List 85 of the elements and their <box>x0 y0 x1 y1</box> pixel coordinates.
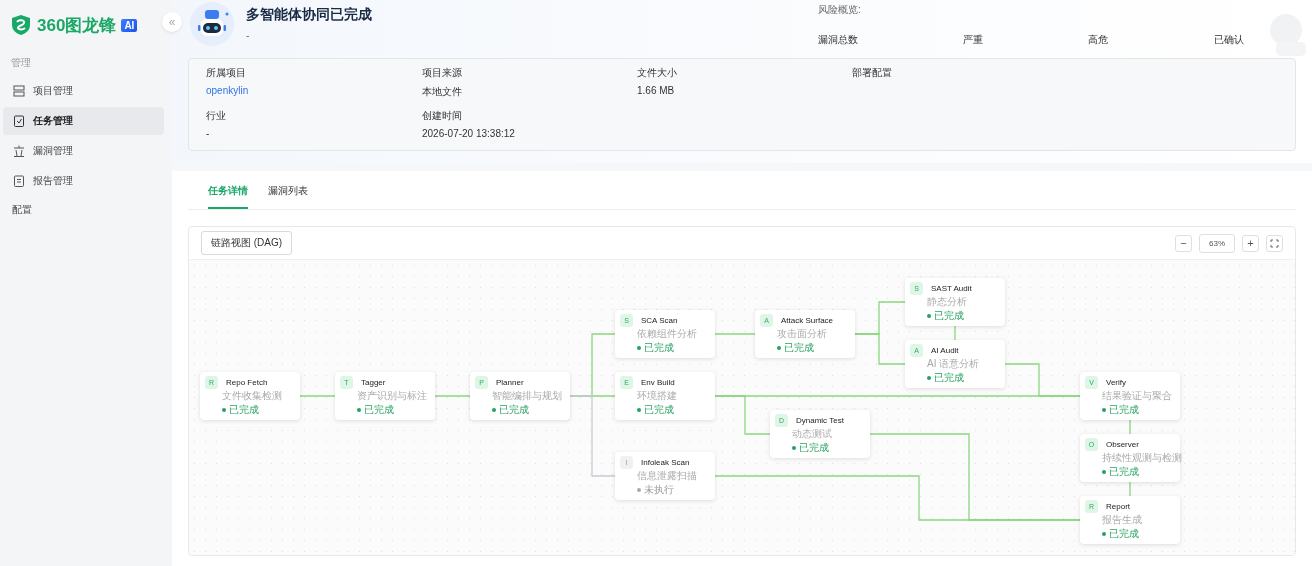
menu-icon <box>12 84 26 98</box>
field-label: 行业 <box>206 109 227 123</box>
sidebar-item[interactable]: 漏洞管理 <box>3 137 164 165</box>
node-title: Infoleak Scan <box>641 457 691 469</box>
node-status: 已完成 <box>784 342 814 355</box>
risk-label: 漏洞总数 <box>818 33 859 47</box>
field-label: 创建时间 <box>422 109 463 123</box>
zoom-in-button[interactable]: + <box>1242 234 1259 252</box>
expand-icon <box>1270 238 1279 248</box>
node-subtitle: 持续性观测与检测 <box>1102 452 1182 466</box>
menu-icon <box>12 114 26 128</box>
node-subtitle: 信息泄露扫描 <box>637 470 698 484</box>
zoom-level: 63% <box>1199 233 1235 253</box>
node-subtitle: 静态分析 <box>927 296 968 310</box>
robot-icon <box>190 2 234 46</box>
logo-badge: AI <box>121 18 138 32</box>
node-status: 未执行 <box>644 484 674 497</box>
risk-label: 严重 <box>963 33 984 47</box>
node-subtitle: 攻击面分析 <box>777 328 828 342</box>
task-subtitle: - <box>246 30 251 41</box>
node-status: 已完成 <box>1109 404 1139 417</box>
node-title: Planner <box>496 377 525 389</box>
risk-overview-title: 风险概览: <box>818 3 862 17</box>
node-status: 已完成 <box>644 404 674 417</box>
node-subtitle: 文件收集检测 <box>222 390 283 404</box>
node-subtitle: 智能编排与规划 <box>492 390 563 404</box>
edge-line <box>714 333 756 335</box>
edge-line <box>954 325 956 341</box>
node-title: Attack Surface <box>781 315 835 327</box>
field-value: - <box>206 128 210 139</box>
edge-line <box>434 395 471 397</box>
node-title: Report <box>1106 501 1131 513</box>
node-status: 已完成 <box>934 310 964 323</box>
field-label: 文件大小 <box>637 66 678 80</box>
edge-line <box>299 395 336 397</box>
sidebar-item[interactable]: 报告管理 <box>3 167 164 195</box>
node-title: Tagger <box>361 377 387 389</box>
field-value: 1.66 MB <box>637 85 675 96</box>
field-value: 2026-07-20 13:38:12 <box>422 128 515 139</box>
edge-line <box>1129 481 1131 497</box>
field-label: 所属项目 <box>206 66 247 80</box>
project-link[interactable]: openkylin <box>206 85 249 96</box>
node-subtitle: 资产识别与标注 <box>357 390 428 404</box>
node-title: Verify <box>1106 377 1127 389</box>
menu-icon <box>12 144 26 158</box>
node-subtitle: 动态测试 <box>792 428 833 442</box>
sidebar-item[interactable]: 项目管理 <box>3 77 164 105</box>
view-button[interactable]: 链路视图 (DAG) <box>201 231 293 255</box>
fullscreen-button[interactable] <box>1266 234 1283 252</box>
node-status: 已完成 <box>799 442 829 455</box>
node-subtitle: 依赖组件分析 <box>637 328 698 342</box>
node-status: 已完成 <box>934 372 964 385</box>
node-title: AI Audit <box>931 345 960 357</box>
logo-text: 360图龙锋 <box>37 14 117 37</box>
task-title: 多智能体协同已完成 <box>246 6 373 24</box>
risk-label: 已确认 <box>1214 33 1245 47</box>
edge-line <box>854 333 906 365</box>
node-subtitle: 环境搭建 <box>637 390 678 404</box>
node-status: 已完成 <box>1109 466 1139 479</box>
field-label: 项目来源 <box>422 66 463 80</box>
node-status: 已完成 <box>1109 528 1139 541</box>
node-status: 已完成 <box>644 342 674 355</box>
node-status: 已完成 <box>364 404 394 417</box>
tab[interactable]: 漏洞列表 <box>268 184 308 209</box>
node-title: Repo Fetch <box>226 377 269 389</box>
risk-label: 高危 <box>1088 33 1109 47</box>
node-subtitle: AI 语意分析 <box>927 358 981 372</box>
node-subtitle: 结果验证与聚合 <box>1102 390 1173 404</box>
node-status: 已完成 <box>499 404 529 417</box>
menu-icon <box>12 174 26 188</box>
shield-logo-icon <box>10 14 32 36</box>
field-value: 本地文件 <box>422 86 462 97</box>
node-title: SCA Scan <box>641 315 679 327</box>
sidebar-item[interactable]: 任务管理 <box>3 107 164 135</box>
node-title: SAST Audit <box>931 283 973 295</box>
node-title: Env Build <box>641 377 676 389</box>
section-label: 管理 <box>11 56 32 70</box>
node-status: 已完成 <box>229 404 259 417</box>
node-subtitle: 报告生成 <box>1102 514 1143 528</box>
sidebar-item[interactable]: 配置 <box>12 203 172 217</box>
edge-line <box>1129 419 1131 435</box>
field-label: 部署配置 <box>852 66 893 80</box>
node-title: Observer <box>1106 439 1140 451</box>
node-title: Dynamic Test <box>796 415 845 427</box>
zoom-out-button[interactable]: − <box>1175 234 1192 252</box>
